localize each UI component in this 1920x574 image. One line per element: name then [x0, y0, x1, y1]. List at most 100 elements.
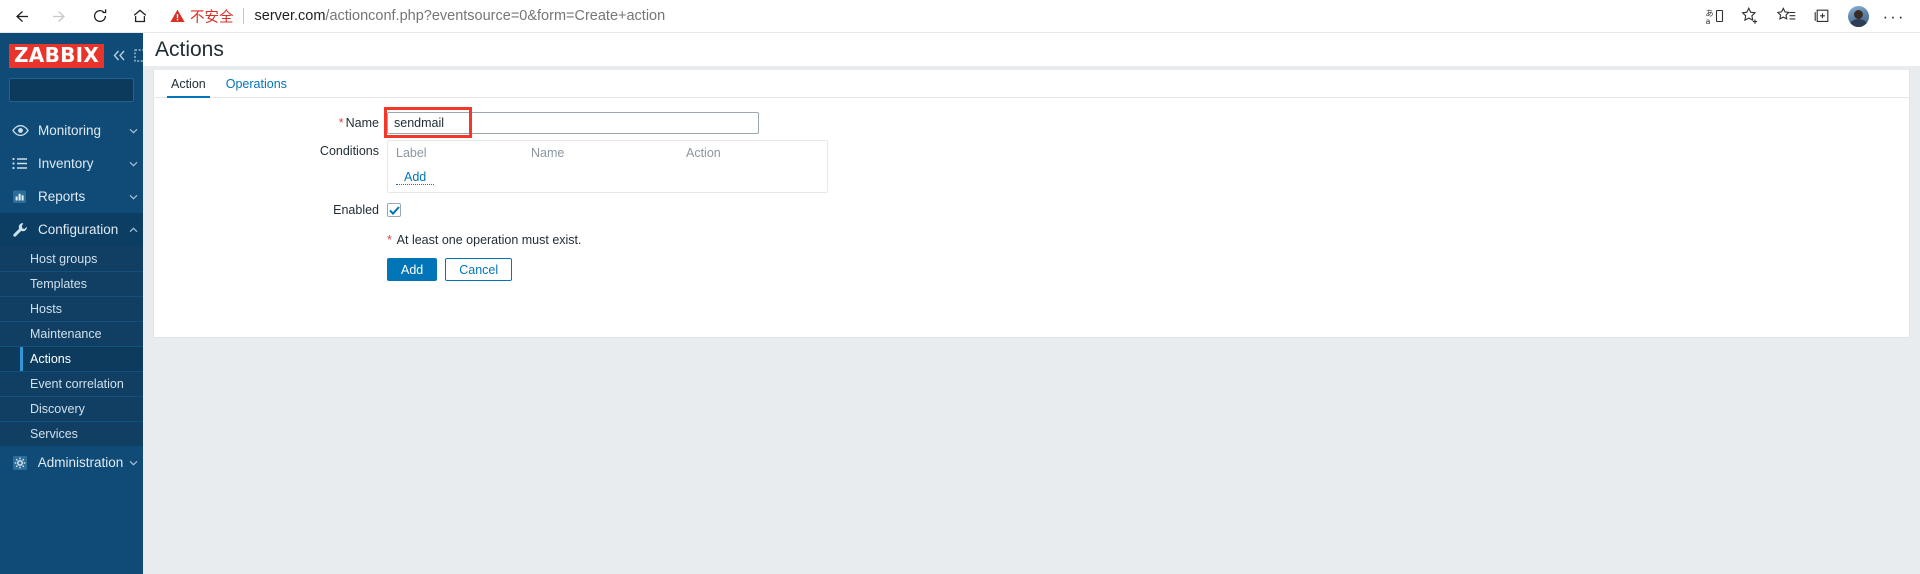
sidebar-item-label: Configuration [38, 222, 119, 237]
name-input[interactable] [387, 112, 759, 134]
sidebar-subitem-maintenance[interactable]: Maintenance [0, 321, 143, 346]
conditions-header-row: Label Name Action [388, 146, 827, 160]
address-bar[interactable]: 不安全 server.com/actionconf.php?eventsourc… [170, 3, 1696, 29]
forward-button[interactable] [40, 0, 80, 33]
column-header-label: Label [396, 146, 427, 160]
sidebar-subitem-event-correlation[interactable]: Event correlation [0, 371, 143, 396]
tab-label: Action [171, 77, 206, 91]
sidebar-item-monitoring[interactable]: Monitoring [0, 114, 143, 147]
sidebar-subitem-label: Event correlation [30, 377, 124, 391]
name-input-wrap [384, 107, 759, 138]
sidebar-item-label: Reports [38, 189, 86, 204]
action-form: *Name Conditions Label Name Action [154, 98, 1909, 297]
sidebar-subitem-discovery[interactable]: Discovery [0, 396, 143, 421]
main-content: Actions Action Operations * Name sendmai… [143, 33, 1920, 574]
sidebar-subitem-label: Host groups [30, 251, 98, 266]
sidebar-item-administration[interactable]: Administration [0, 446, 143, 479]
collapse-sidebar-icon[interactable] [112, 49, 127, 62]
conditions-add-row: Add [388, 160, 827, 186]
name-label: * Name [154, 112, 387, 134]
wrench-icon [12, 222, 38, 238]
chevron-down-icon [123, 194, 143, 200]
sidebar: ZABBIX Monitoring Inventory Reports Conf… [0, 33, 188, 574]
form-tabs: Action Operations [154, 70, 1909, 98]
sidebar-toggles [112, 49, 147, 62]
sidebar-item-inventory[interactable]: Inventory [0, 147, 143, 180]
column-header-name: Name [531, 146, 565, 160]
page-header: Actions [143, 33, 1920, 66]
zabbix-logo[interactable]: ZABBIX [9, 43, 105, 68]
configuration-submenu: Host groups Templates Hosts Maintenance … [0, 246, 143, 446]
form-row-name: * Name [154, 107, 1909, 138]
not-secure-label: 不安全 [190, 9, 234, 26]
chevron-up-icon [123, 226, 143, 233]
svg-text:a: a [1705, 17, 1710, 25]
chevron-down-icon [123, 128, 143, 134]
footnote-asterisk: * [387, 233, 392, 247]
form-row-conditions: Conditions Label Name Action Add [154, 140, 1909, 193]
sidebar-subitem-services[interactable]: Services [0, 421, 143, 446]
form-buttons: Add Cancel [387, 258, 1909, 281]
conditions-table: Label Name Action Add [387, 140, 828, 193]
url-host: server.com [254, 8, 326, 24]
action-form-card: Action Operations *Name Conditions [153, 70, 1910, 338]
sidebar-subitem-label: Services [30, 427, 78, 441]
sidebar-subitem-label: Templates [30, 277, 87, 291]
form-row-enabled: Enabled [154, 199, 1909, 221]
sidebar-subitem-host-groups[interactable]: Host groups [0, 246, 143, 271]
enabled-label: Enabled [154, 199, 387, 221]
reload-button[interactable] [80, 0, 120, 33]
collections-icon[interactable] [1804, 0, 1840, 33]
name-label-text: Name [345, 116, 379, 130]
sidebar-subitem-label: Hosts [30, 302, 62, 316]
browser-toolbar: 不安全 server.com/actionconf.php?eventsourc… [0, 0, 1920, 33]
sidebar-header: ZABBIX [0, 39, 147, 72]
tab-label: Operations [225, 77, 287, 91]
list-icon [12, 157, 38, 170]
favorites-icon[interactable] [1768, 0, 1804, 33]
page-title: Actions [155, 37, 224, 61]
add-button[interactable]: Add [387, 258, 438, 281]
column-header-action: Action [686, 146, 721, 160]
sidebar-search [0, 72, 188, 102]
address-bar-divider [242, 8, 244, 24]
chevron-down-icon [123, 161, 143, 167]
required-asterisk: * [338, 116, 344, 130]
browser-actions: あ a ··· [1696, 0, 1920, 33]
sidebar-subitem-label: Actions [30, 352, 71, 366]
sidebar-subitem-label: Discovery [30, 402, 85, 416]
sidebar-item-configuration[interactable]: Configuration [0, 213, 143, 246]
conditions-label: Conditions [154, 140, 387, 162]
sidebar-subitem-actions[interactable]: Actions [0, 346, 143, 371]
add-condition-link[interactable]: Add [396, 164, 435, 185]
sidebar-subitem-templates[interactable]: Templates [0, 271, 143, 296]
tab-action[interactable]: Action [161, 77, 216, 98]
enabled-checkbox[interactable] [387, 203, 401, 217]
search-box[interactable] [9, 78, 188, 102]
translate-icon[interactable]: あ a [1696, 0, 1732, 33]
more-options-icon[interactable]: ··· [1876, 0, 1912, 33]
eye-icon [12, 124, 38, 137]
sidebar-item-label: Administration [37, 455, 124, 470]
operation-required-note: * At least one operation must exist. [387, 233, 1909, 247]
sidebar-item-label: Monitoring [38, 123, 102, 138]
sidebar-subitem-hosts[interactable]: Hosts [0, 296, 143, 321]
footnote-text: At least one operation must exist. [396, 233, 582, 247]
sidebar-subitem-label: Maintenance [30, 327, 102, 341]
bar-chart-icon [12, 189, 38, 204]
sidebar-nav: Monitoring Inventory Reports Configurati… [0, 114, 143, 479]
not-secure-warning-icon [170, 9, 185, 23]
address-bar-url: server.com/actionconf.php?eventsource=0&… [255, 8, 666, 24]
home-button[interactable] [120, 0, 160, 33]
gear-icon [12, 455, 38, 471]
url-path: /actionconf.php?eventsource=0&form=Creat… [325, 8, 666, 24]
profile-avatar[interactable] [1840, 0, 1876, 33]
sidebar-item-label: Inventory [38, 156, 94, 171]
tab-operations[interactable]: Operations [216, 77, 297, 97]
conditions-label-text: Conditions [319, 144, 379, 158]
sidebar-item-reports[interactable]: Reports [0, 180, 143, 213]
back-button[interactable] [0, 0, 40, 33]
cancel-button[interactable]: Cancel [445, 258, 513, 281]
enabled-label-text: Enabled [333, 203, 379, 217]
add-favorite-icon[interactable] [1732, 0, 1768, 33]
